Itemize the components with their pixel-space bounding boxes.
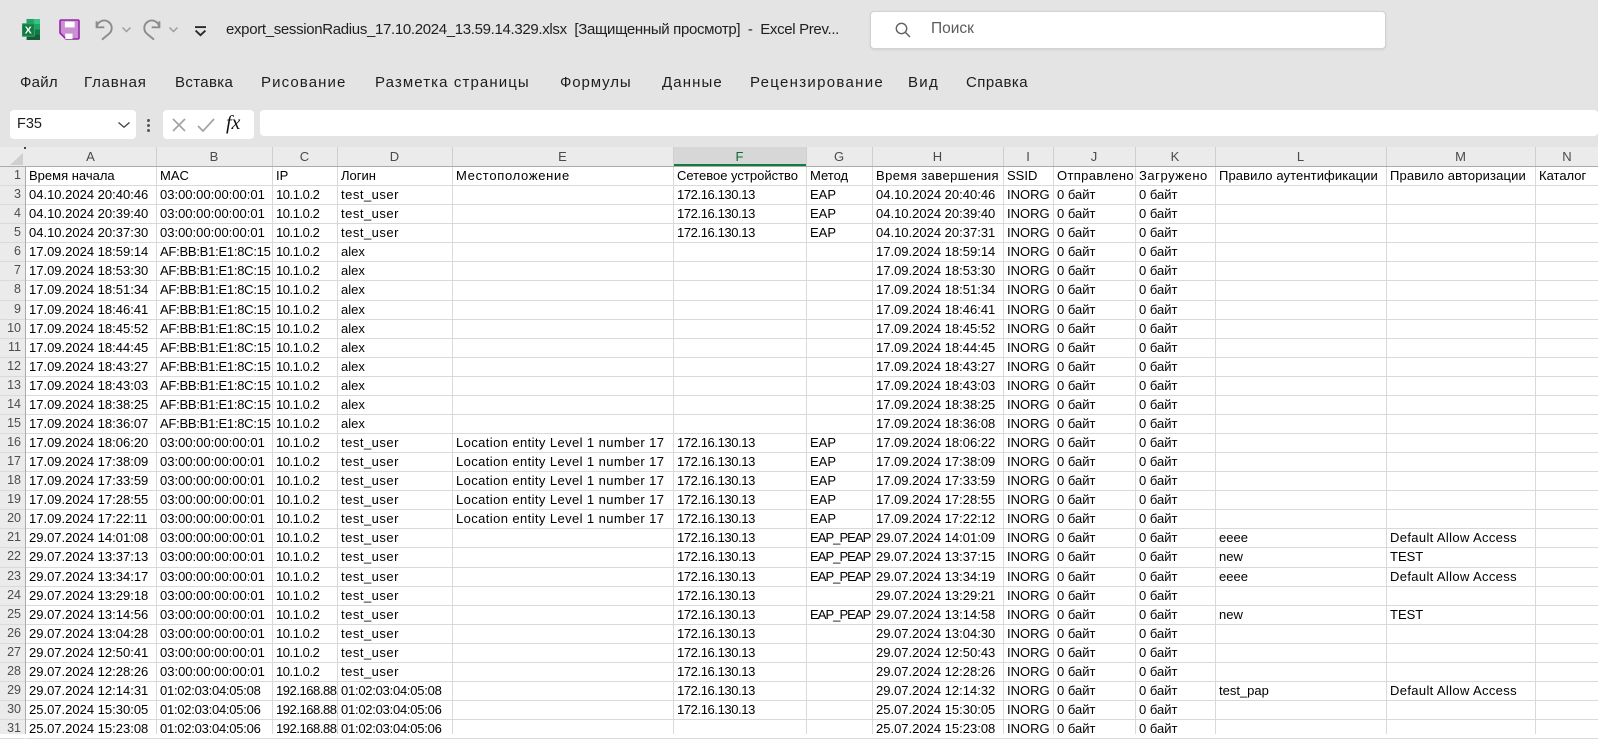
- svg-text:X: X: [25, 25, 32, 37]
